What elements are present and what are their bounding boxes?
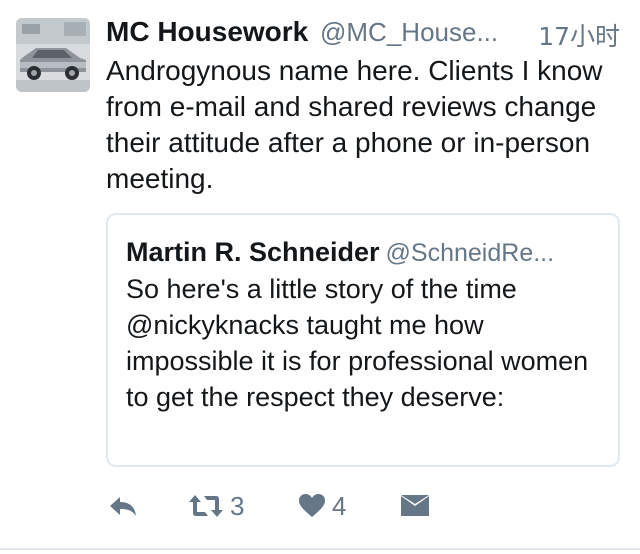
tweet-actions: 3 4 bbox=[106, 486, 606, 526]
like-button[interactable]: 4 bbox=[298, 486, 346, 526]
quoted-author-name: Martin R. Schneider bbox=[126, 237, 380, 267]
author-handle[interactable]: @MC_House... bbox=[320, 17, 498, 48]
divider bbox=[0, 548, 640, 550]
avatar[interactable] bbox=[16, 18, 90, 92]
retweet-button[interactable]: 3 bbox=[188, 486, 244, 526]
like-count: 4 bbox=[332, 490, 347, 521]
tweet-header: MC Housework @MC_House... 17小时 bbox=[106, 14, 626, 53]
heart-icon bbox=[299, 494, 325, 517]
retweet-count: 3 bbox=[230, 490, 245, 521]
tweet: MC Housework @MC_House... 17小时 Androgyno… bbox=[0, 0, 640, 554]
quoted-author-handle: @SchneidRe... bbox=[385, 239, 555, 267]
quoted-tweet-card[interactable]: Martin R. Schneider @SchneidRe... So here… bbox=[106, 213, 620, 467]
author-name[interactable]: MC Housework bbox=[106, 16, 308, 48]
quoted-tweet-header: Martin R. Schneider @SchneidRe... bbox=[126, 237, 606, 268]
quoted-tweet-text: So here's a little story of the time @ni… bbox=[126, 274, 589, 412]
envelope-icon bbox=[401, 495, 429, 516]
reply-icon bbox=[110, 497, 136, 516]
timestamp[interactable]: 17小时 bbox=[538, 17, 620, 53]
reply-button[interactable] bbox=[108, 486, 138, 526]
car-photo-icon bbox=[16, 18, 90, 92]
tweet-text: Androgynous name here. Clients I know fr… bbox=[106, 55, 603, 194]
direct-message-button[interactable] bbox=[400, 486, 430, 526]
retweet-icon bbox=[189, 495, 223, 517]
